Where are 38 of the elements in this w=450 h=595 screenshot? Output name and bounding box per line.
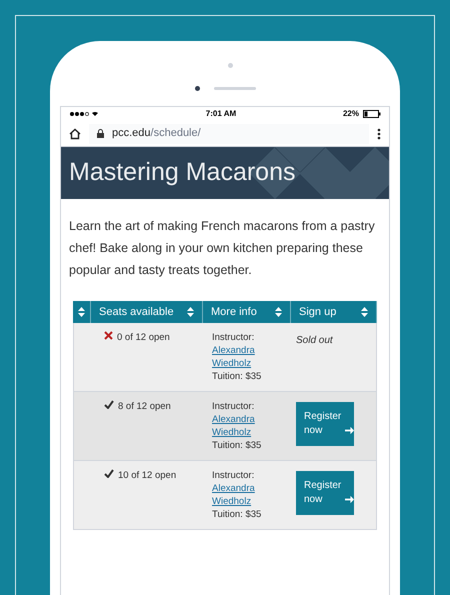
home-icon[interactable] bbox=[69, 128, 81, 140]
instructor-label: Instructor: bbox=[212, 400, 256, 413]
instructor-link[interactable]: Alexandra Wiedholz bbox=[212, 413, 272, 439]
tuition-text: Tuition: $35 bbox=[212, 370, 262, 383]
tuition-text: Tuition: $35 bbox=[212, 439, 262, 452]
menu-icon[interactable] bbox=[377, 128, 381, 140]
instructor-label: Instructor: bbox=[212, 469, 256, 482]
seats-text: 10 of 12 open bbox=[118, 469, 176, 483]
battery-icon bbox=[363, 110, 381, 118]
sort-icon[interactable] bbox=[361, 307, 368, 317]
clock-time: 7:01 AM bbox=[206, 108, 236, 120]
arrow-right-icon bbox=[345, 426, 354, 435]
battery-percent: 22% bbox=[342, 108, 359, 120]
seats-text: 8 of 12 open bbox=[118, 400, 171, 414]
register-button[interactable]: Register now bbox=[296, 471, 354, 515]
tuition-text: Tuition: $35 bbox=[212, 508, 262, 521]
register-button[interactable]: Register now bbox=[296, 402, 354, 446]
column-header[interactable]: Seats available bbox=[99, 304, 174, 320]
speaker-icon bbox=[214, 87, 256, 90]
column-header[interactable]: Sign up bbox=[299, 304, 336, 320]
signal-icon bbox=[69, 111, 99, 117]
sensor-icon bbox=[194, 86, 200, 91]
lock-icon bbox=[97, 129, 104, 138]
arrow-right-icon bbox=[345, 495, 354, 504]
instructor-link[interactable]: Alexandra Wiedholz bbox=[212, 482, 272, 508]
url-text: pcc.edu/schedule/ bbox=[112, 126, 201, 142]
address-field[interactable]: pcc.edu/schedule/ bbox=[89, 124, 369, 144]
camera-icon bbox=[228, 63, 232, 68]
course-title: Mastering Macarons bbox=[69, 157, 296, 188]
sort-icon[interactable] bbox=[78, 307, 85, 317]
seats-text: 0 of 12 open bbox=[117, 331, 170, 345]
sold-out-label: Sold out bbox=[296, 335, 333, 346]
instructor-link[interactable]: Alexandra Wiedholz bbox=[212, 344, 272, 370]
column-header[interactable]: More info bbox=[211, 304, 257, 320]
course-description: Learn the art of making French macarons from a pastry chef! Bake along in your own kitchen preparing these popular and tasty treats together. bbox=[68, 218, 376, 279]
sort-icon[interactable] bbox=[187, 307, 194, 317]
sort-icon[interactable] bbox=[275, 307, 282, 317]
instructor-label: Instructor: bbox=[212, 331, 256, 344]
